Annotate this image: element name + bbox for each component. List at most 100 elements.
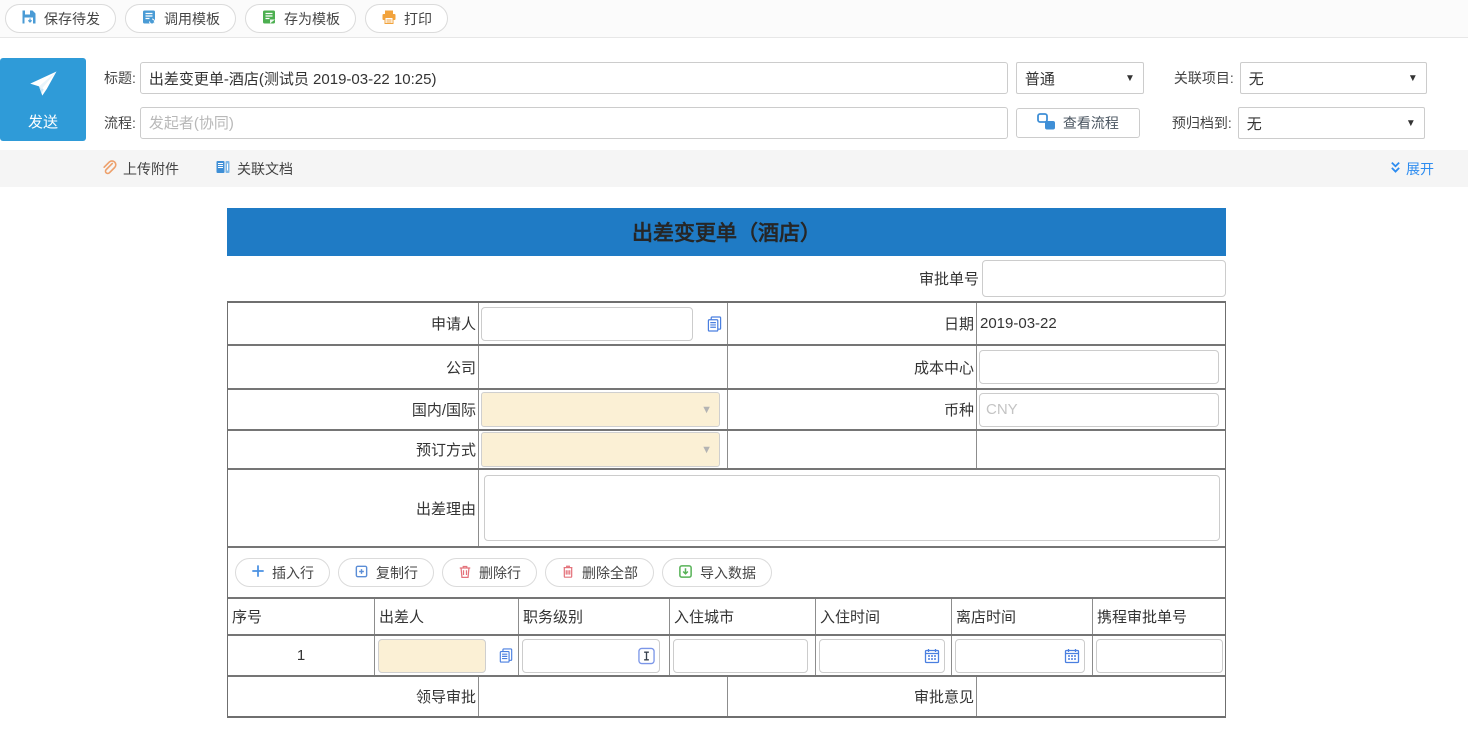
cost-center-input[interactable]: [979, 350, 1219, 384]
save-draft-button[interactable]: 保存待发: [5, 4, 116, 33]
delete-row-button[interactable]: 删除行: [442, 558, 537, 587]
booking-method-cell: ▼: [478, 431, 727, 468]
flow-input[interactable]: [140, 107, 1008, 139]
trip-reason-cell: [478, 470, 1225, 546]
company-cell: [478, 346, 727, 388]
checkout-time-cell: [951, 636, 1092, 675]
view-flow-button[interactable]: 查看流程: [1016, 108, 1140, 138]
flow-diagram-icon: [1037, 113, 1056, 133]
col-header-checkout-time: 离店时间: [951, 599, 1092, 634]
view-flow-label: 查看流程: [1063, 113, 1119, 133]
row-leader-approval: 领导审批 审批意见: [228, 675, 1225, 716]
checkin-city-input[interactable]: [673, 639, 808, 673]
approval-number-input[interactable]: [982, 260, 1226, 297]
date-value: 2019-03-22: [976, 303, 1225, 344]
trip-reason-textarea[interactable]: [484, 475, 1220, 541]
title-input[interactable]: [140, 62, 1008, 94]
row-applicant-date: 申请人 日期 2019-03-22: [228, 303, 1225, 344]
save-template-icon: [261, 9, 277, 28]
save-template-button[interactable]: 存为模板: [245, 4, 356, 33]
priority-select[interactable]: 普通 ▼: [1016, 62, 1144, 94]
calendar-icon[interactable]: [1064, 648, 1080, 664]
related-project-select[interactable]: 无 ▼: [1240, 62, 1427, 94]
traveler-input[interactable]: [378, 639, 486, 673]
empty-cell: [976, 431, 1225, 468]
approval-number-row: 审批单号: [227, 256, 1226, 301]
prearchive-label: 预归档到:: [1172, 113, 1232, 133]
applicant-input[interactable]: [481, 307, 693, 341]
ctrip-approval-no-cell: [1092, 636, 1225, 675]
page: 保存待发 调用模板 存为模板 打印 发送 标题: 普通 ▼ 关联项目: 无 ▼: [0, 0, 1468, 741]
col-header-checkin-time: 入住时间: [815, 599, 951, 634]
currency-cell: [976, 390, 1225, 429]
upload-attachment-button[interactable]: 上传附件: [100, 159, 179, 179]
form-table: 申请人 日期 2019-03-22 公司 成本中心 国内/国际: [227, 301, 1226, 718]
print-button[interactable]: 打印: [365, 4, 448, 33]
domestic-intl-cell: ▼: [478, 390, 727, 429]
paperclip-icon: [100, 159, 117, 179]
save-icon: [21, 9, 37, 28]
header-row-flow: 流程: 查看流程 预归档到: 无 ▼: [104, 107, 1425, 139]
trash-icon: [458, 564, 472, 582]
dropdown-arrow-icon: ▼: [701, 444, 712, 456]
flow-label: 流程:: [104, 113, 136, 133]
expand-label: 展开: [1406, 159, 1434, 179]
person-picker-icon[interactable]: [707, 315, 722, 333]
load-template-button[interactable]: 调用模板: [125, 4, 236, 33]
domestic-intl-label: 国内/国际: [228, 390, 478, 429]
level-picker-icon[interactable]: [638, 647, 655, 664]
prearchive-select[interactable]: 无 ▼: [1238, 107, 1425, 139]
leader-approval-cell: [478, 677, 727, 716]
load-template-label: 调用模板: [164, 9, 220, 29]
prearchive-value: 无: [1247, 113, 1262, 134]
row-action-buttons: 插入行 复制行 删除行 删除全部 导入数据: [228, 546, 1225, 597]
person-picker-icon[interactable]: [499, 647, 513, 664]
dropdown-arrow-icon: ▼: [701, 404, 712, 416]
row-number: 1: [228, 636, 374, 675]
col-header-checkin-city: 入住城市: [669, 599, 815, 634]
ctrip-approval-no-input[interactable]: [1096, 639, 1223, 673]
booking-method-label: 预订方式: [228, 431, 478, 468]
applicant-cell: [478, 303, 727, 344]
checkin-city-cell: [669, 636, 815, 675]
copy-row-button[interactable]: 复制行: [338, 558, 434, 587]
related-doc-label: 关联文档: [237, 159, 293, 179]
approval-number-label: 审批单号: [919, 268, 979, 289]
related-doc-button[interactable]: 关联文档: [215, 159, 293, 179]
delete-all-button[interactable]: 删除全部: [545, 558, 654, 587]
priority-value: 普通: [1025, 68, 1055, 89]
import-data-button[interactable]: 导入数据: [662, 558, 772, 587]
dropdown-arrow-icon: ▼: [1408, 73, 1418, 84]
insert-row-label: 插入行: [272, 563, 314, 583]
save-draft-label: 保存待发: [44, 9, 100, 29]
domestic-intl-select[interactable]: ▼: [481, 392, 720, 427]
calendar-icon[interactable]: [924, 648, 940, 664]
cost-center-label: 成本中心: [727, 346, 976, 388]
copy-icon: [354, 564, 369, 582]
delete-row-label: 删除行: [479, 563, 521, 583]
approval-opinion-label: 审批意见: [727, 677, 976, 716]
toolbar: 保存待发 调用模板 存为模板 打印: [0, 0, 1468, 38]
booking-method-select[interactable]: ▼: [481, 432, 720, 467]
col-header-no: 序号: [228, 599, 374, 634]
import-data-label: 导入数据: [700, 563, 756, 583]
date-label: 日期: [727, 303, 976, 344]
import-icon: [678, 564, 693, 582]
applicant-label: 申请人: [228, 303, 478, 344]
plus-icon: [251, 564, 265, 581]
upload-attachment-label: 上传附件: [123, 159, 179, 179]
trash-all-icon: [561, 564, 575, 582]
row-company-costcenter: 公司 成本中心: [228, 344, 1225, 388]
row-trip-reason: 出差理由: [228, 468, 1225, 546]
insert-row-button[interactable]: 插入行: [235, 558, 330, 587]
print-icon: [381, 9, 397, 28]
dropdown-arrow-icon: ▼: [1406, 118, 1416, 129]
row-booking-method: 预订方式 ▼: [228, 429, 1225, 468]
leader-approval-label: 领导审批: [228, 677, 478, 716]
currency-input[interactable]: [979, 393, 1219, 427]
expand-link[interactable]: 展开: [1389, 159, 1434, 179]
send-button[interactable]: 发送: [0, 58, 86, 141]
row-domestic-currency: 国内/国际 ▼ 币种: [228, 388, 1225, 429]
double-chevron-down-icon: [1389, 161, 1402, 177]
attachment-bar: 上传附件 关联文档 展开: [0, 150, 1468, 187]
